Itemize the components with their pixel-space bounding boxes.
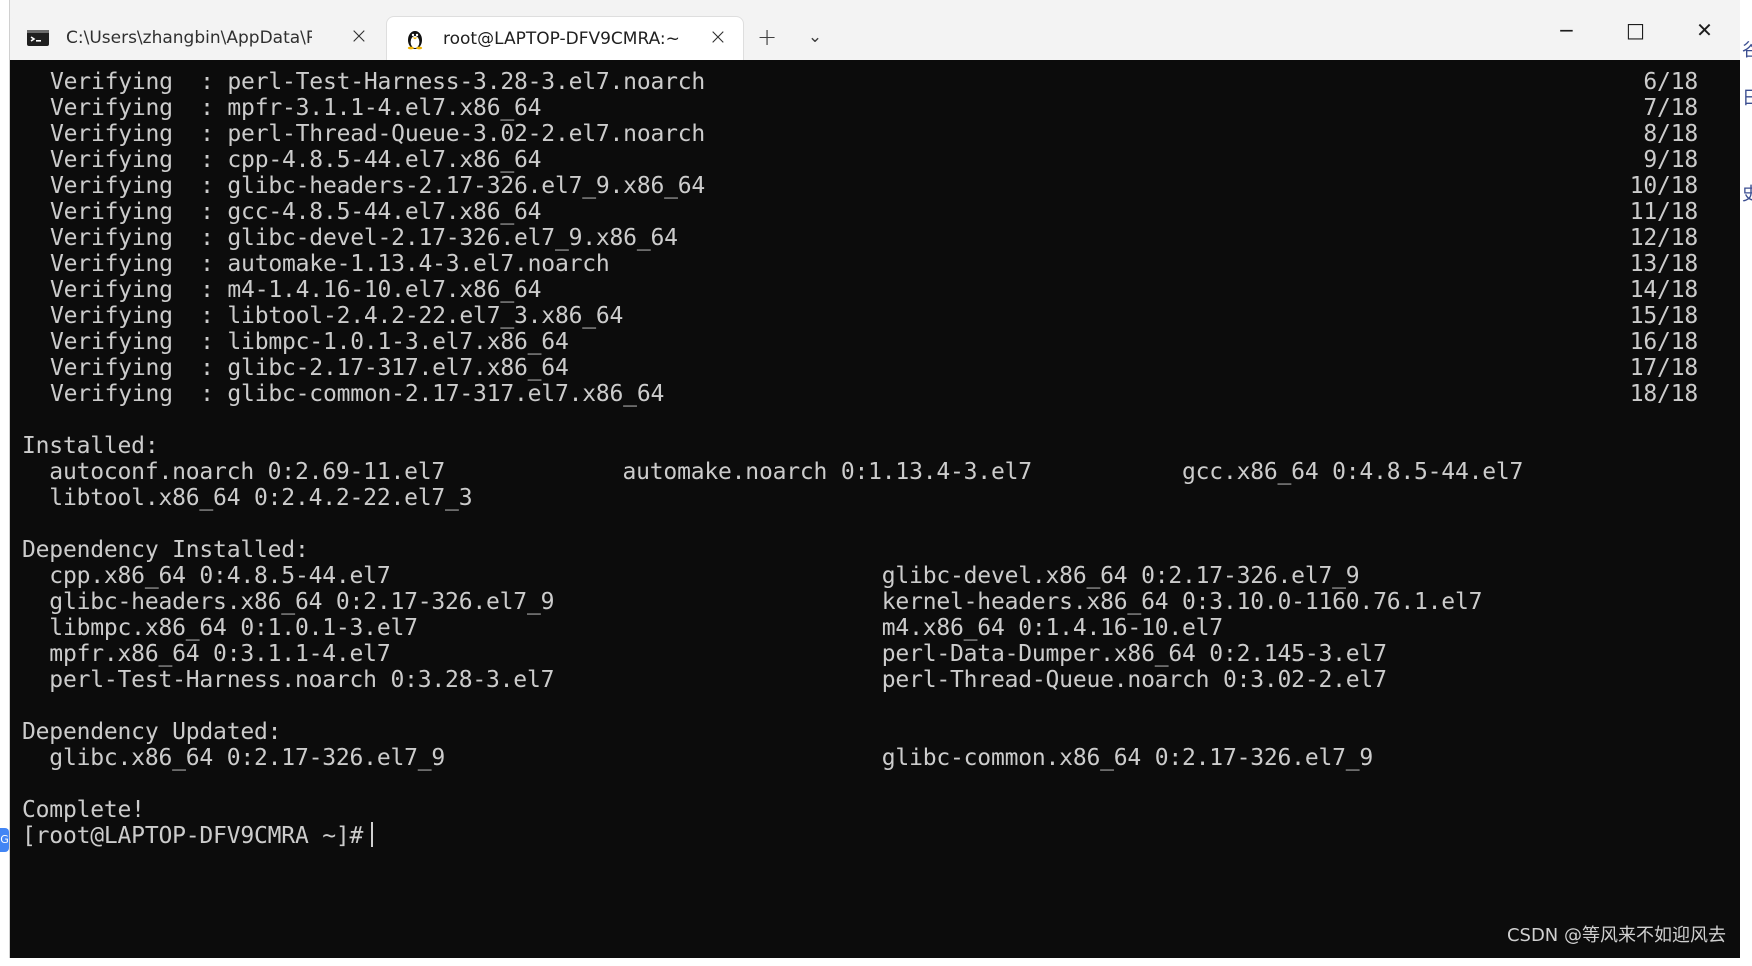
minimize-button[interactable]: − [1532, 0, 1601, 60]
background-edge-text: 谷 [1742, 40, 1752, 61]
verify-progress: 17/18 [1629, 355, 1698, 381]
background-page-left-edge: G [0, 0, 10, 966]
close-tab-icon[interactable]: × [707, 27, 729, 49]
verify-progress: 16/18 [1629, 329, 1698, 355]
verify-package: Verifying : glibc-common-2.17-317.el7.x8… [50, 381, 665, 407]
dependency-installed-header: Dependency Installed: [22, 537, 309, 563]
complete-message: Complete! [22, 797, 145, 823]
verify-line: Verifying : gcc-4.8.5-44.el7.x86_64 11/18 [22, 198, 1728, 227]
dependency-installed-line: mpfr.x86_64 0:3.1.1-4.el7 perl-Data-Dump… [22, 641, 1387, 667]
verify-line: Verifying : glibc-common-2.17-317.el7.x8… [22, 380, 1728, 409]
title-bar: C:\Users\zhangbin\AppData\R × root@LAPTO… [10, 0, 1740, 60]
verify-line: Verifying : perl-Test-Harness-3.28-3.el7… [22, 68, 1728, 97]
installed-header: Installed: [22, 433, 159, 459]
text-cursor [371, 822, 374, 847]
terminal-output[interactable]: Verifying : perl-Test-Harness-3.28-3.el7… [10, 60, 1740, 958]
verify-line: Verifying : libmpc-1.0.1-3.el7.x86_64 16/… [22, 328, 1728, 357]
maximize-button[interactable]: □ [1601, 0, 1670, 60]
verify-progress: 8/18 [1643, 121, 1698, 147]
shell-prompt-line[interactable]: [root@LAPTOP-DFV9CMRA ~]# [22, 822, 1728, 851]
verify-package: Verifying : glibc-devel-2.17-326.el7_9.x… [50, 225, 678, 251]
new-tab-button[interactable]: + [748, 18, 786, 56]
verify-package: Verifying : m4-1.4.16-10.el7.x86_64 [50, 277, 542, 303]
verify-line: Verifying : glibc-devel-2.17-326.el7_9.x… [22, 224, 1728, 253]
verify-package: Verifying : libmpc-1.0.1-3.el7.x86_64 [50, 329, 569, 355]
verify-package: Verifying : libtool-2.4.2-22.el7_3.x86_6… [50, 303, 624, 329]
verify-line: Verifying : automake-1.13.4-3.el7.noarch… [22, 250, 1728, 279]
windows-terminal-window: C:\Users\zhangbin\AppData\R × root@LAPTO… [10, 0, 1740, 958]
verify-package: Verifying : automake-1.13.4-3.el7.noarch [50, 251, 610, 277]
installed-line: libtool.x86_64 0:2.4.2-22.el7_3 [22, 485, 473, 511]
tab-dropdown-button[interactable]: ⌄ [796, 18, 834, 56]
verify-progress: 18/18 [1629, 381, 1698, 407]
tab-command-prompt[interactable]: C:\Users\zhangbin\AppData\R × [10, 16, 384, 60]
terminal-icon [27, 30, 49, 46]
desktop-bottom-strip [0, 958, 1752, 966]
window-controls: − □ ✕ [1532, 0, 1740, 60]
verify-line: Verifying : glibc-headers-2.17-326.el7_9… [22, 172, 1728, 201]
verify-progress: 15/18 [1629, 303, 1698, 329]
tab-title: C:\Users\zhangbin\AppData\R [66, 28, 312, 48]
verify-line: Verifying : m4-1.4.16-10.el7.x86_64 14/18 [22, 276, 1728, 305]
background-edge-text: 日 [1742, 88, 1752, 109]
verify-package: Verifying : cpp-4.8.5-44.el7.x86_64 [50, 147, 542, 173]
verify-package: Verifying : gcc-4.8.5-44.el7.x86_64 [50, 199, 542, 225]
google-badge-icon: G [0, 828, 9, 852]
linux-penguin-icon [407, 30, 423, 49]
verify-progress: 9/18 [1643, 147, 1698, 173]
verify-line: Verifying : perl-Thread-Queue-3.02-2.el7… [22, 120, 1728, 149]
verify-line: Verifying : libtool-2.4.2-22.el7_3.x86_6… [22, 302, 1728, 331]
installed-line: autoconf.noarch 0:2.69-11.el7 automake.n… [22, 459, 1524, 485]
dependency-installed-line: cpp.x86_64 0:4.8.5-44.el7 glibc-devel.x8… [22, 563, 1360, 589]
verify-line: Verifying : cpp-4.8.5-44.el7.x86_64 9/18 [22, 146, 1728, 175]
verify-progress: 7/18 [1643, 95, 1698, 121]
verify-progress: 13/18 [1629, 251, 1698, 277]
verify-line: Verifying : glibc-2.17-317.el7.x86_64 17/… [22, 354, 1728, 383]
background-page-right-edge [1740, 0, 1752, 966]
verify-progress: 12/18 [1629, 225, 1698, 251]
verify-progress: 6/18 [1643, 69, 1698, 95]
verify-package: Verifying : glibc-2.17-317.el7.x86_64 [50, 355, 569, 381]
tab-root-shell[interactable]: root@LAPTOP-DFV9CMRA:~ × [386, 16, 744, 60]
verify-line: Verifying : mpfr-3.1.1-4.el7.x86_64 7/18 [22, 94, 1728, 123]
verify-package: Verifying : mpfr-3.1.1-4.el7.x86_64 [50, 95, 542, 121]
verify-progress: 10/18 [1629, 173, 1698, 199]
close-button[interactable]: ✕ [1670, 0, 1739, 60]
verify-progress: 11/18 [1629, 199, 1698, 225]
tab-title: root@LAPTOP-DFV9CMRA:~ [443, 28, 680, 49]
verify-package: Verifying : glibc-headers-2.17-326.el7_9… [50, 173, 706, 199]
dependency-installed-line: glibc-headers.x86_64 0:2.17-326.el7_9 ke… [22, 589, 1483, 615]
csdn-watermark: CSDN @等风来不如迎风去 [1506, 925, 1726, 946]
background-edge-text: 史 [1742, 184, 1752, 205]
shell-prompt: [root@LAPTOP-DFV9CMRA ~]# [22, 823, 364, 849]
dependency-updated-line: glibc.x86_64 0:2.17-326.el7_9 glibc-comm… [22, 745, 1374, 771]
verify-progress: 14/18 [1629, 277, 1698, 303]
verify-package: Verifying : perl-Thread-Queue-3.02-2.el7… [50, 121, 706, 147]
verify-package: Verifying : perl-Test-Harness-3.28-3.el7… [50, 69, 706, 95]
close-tab-icon[interactable]: × [348, 26, 370, 48]
dependency-installed-line: libmpc.x86_64 0:1.0.1-3.el7 m4.x86_64 0:… [22, 615, 1223, 641]
dependency-installed-line: perl-Test-Harness.noarch 0:3.28-3.el7 pe… [22, 667, 1387, 693]
dependency-updated-header: Dependency Updated: [22, 719, 282, 745]
